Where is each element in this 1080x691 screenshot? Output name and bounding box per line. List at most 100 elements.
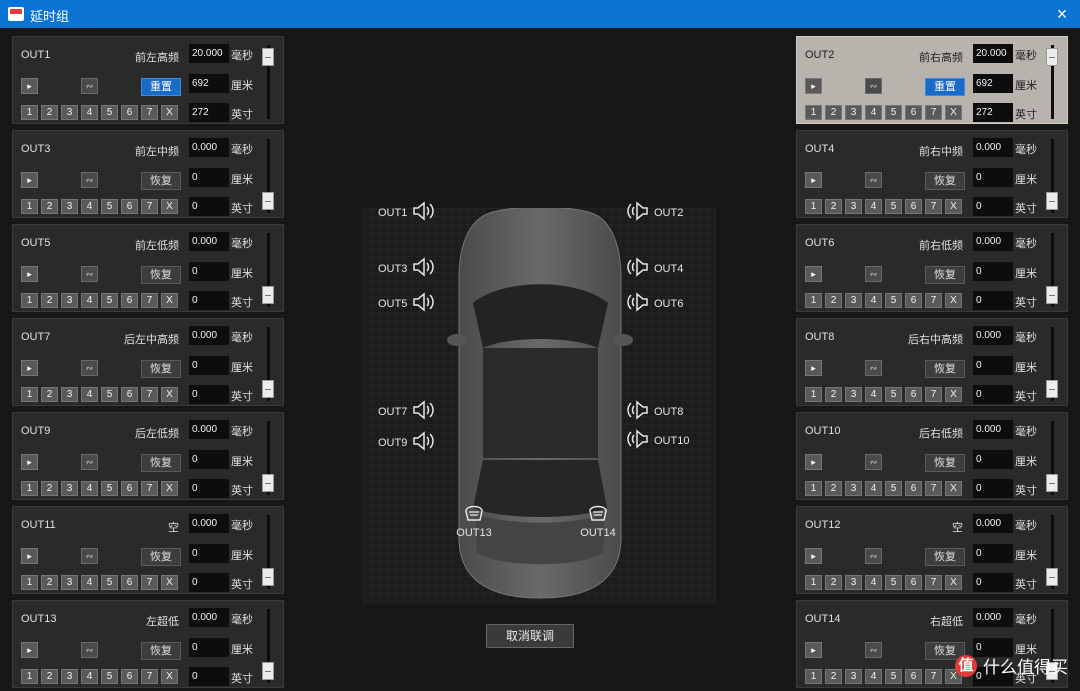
- delay-ms-input[interactable]: [189, 138, 229, 157]
- link-button-6[interactable]: 6: [905, 575, 922, 590]
- delay-slider-thumb[interactable]: [262, 568, 274, 587]
- restore-button[interactable]: 恢复: [925, 360, 965, 378]
- link-button-7[interactable]: 7: [925, 387, 942, 402]
- speaker-icon[interactable]: ▸: [805, 454, 822, 470]
- delay-slider-thumb[interactable]: [262, 474, 274, 493]
- delay-cm-input[interactable]: [189, 450, 229, 469]
- link-button-x[interactable]: X: [161, 575, 178, 590]
- restore-button[interactable]: 恢复: [141, 642, 181, 660]
- link-button-3[interactable]: 3: [845, 293, 862, 308]
- link-button-3[interactable]: 3: [61, 199, 78, 214]
- speaker-icon[interactable]: ▸: [21, 454, 38, 470]
- speaker-icon[interactable]: ▸: [21, 78, 38, 94]
- delay-slider-thumb[interactable]: [1046, 47, 1058, 66]
- link-button-6[interactable]: 6: [905, 669, 922, 684]
- delay-cm-input[interactable]: [189, 262, 229, 281]
- car-speaker-out4[interactable]: OUT4: [626, 256, 683, 281]
- restore-button[interactable]: 恢复: [141, 172, 181, 190]
- link-button-4[interactable]: 4: [81, 669, 98, 684]
- delay-cm-input[interactable]: [189, 638, 229, 657]
- link-button-6[interactable]: 6: [121, 199, 138, 214]
- phase-icon[interactable]: ∾: [81, 360, 98, 376]
- speaker-icon[interactable]: ▸: [21, 548, 38, 564]
- link-button-1[interactable]: 1: [805, 293, 822, 308]
- link-button-6[interactable]: 6: [905, 293, 922, 308]
- speaker-icon[interactable]: ▸: [21, 266, 38, 282]
- link-button-2[interactable]: 2: [825, 575, 842, 590]
- link-button-x[interactable]: X: [161, 293, 178, 308]
- delay-ms-input[interactable]: [973, 326, 1013, 345]
- link-button-6[interactable]: 6: [121, 575, 138, 590]
- link-button-4[interactable]: 4: [81, 481, 98, 496]
- link-button-3[interactable]: 3: [845, 481, 862, 496]
- link-button-1[interactable]: 1: [21, 575, 38, 590]
- restore-button[interactable]: 恢复: [925, 548, 965, 566]
- link-button-5[interactable]: 5: [101, 669, 118, 684]
- speaker-icon[interactable]: ▸: [21, 172, 38, 188]
- delay-slider-thumb[interactable]: [1046, 192, 1058, 211]
- link-button-x[interactable]: X: [161, 669, 178, 684]
- link-button-5[interactable]: 5: [885, 481, 902, 496]
- link-button-4[interactable]: 4: [81, 293, 98, 308]
- delay-cm-input[interactable]: [189, 168, 229, 187]
- delay-ms-input[interactable]: [973, 514, 1013, 533]
- link-button-7[interactable]: 7: [925, 293, 942, 308]
- phase-icon[interactable]: ∾: [865, 548, 882, 564]
- delay-cm-input[interactable]: [973, 356, 1013, 375]
- phase-icon[interactable]: ∾: [865, 454, 882, 470]
- link-button-6[interactable]: 6: [121, 293, 138, 308]
- phase-icon[interactable]: ∾: [865, 360, 882, 376]
- speaker-icon[interactable]: ▸: [805, 266, 822, 282]
- delay-ms-input[interactable]: [973, 608, 1013, 627]
- link-button-7[interactable]: 7: [925, 669, 942, 684]
- link-button-6[interactable]: 6: [121, 387, 138, 402]
- link-button-5[interactable]: 5: [885, 199, 902, 214]
- speaker-icon[interactable]: ▸: [21, 642, 38, 658]
- link-button-1[interactable]: 1: [21, 387, 38, 402]
- link-button-2[interactable]: 2: [41, 387, 58, 402]
- restore-button[interactable]: 恢复: [141, 454, 181, 472]
- link-button-2[interactable]: 2: [41, 105, 58, 120]
- restore-button[interactable]: 恢复: [141, 266, 181, 284]
- link-button-6[interactable]: 6: [905, 105, 922, 120]
- delay-ms-input[interactable]: [189, 232, 229, 251]
- delay-ms-input[interactable]: [189, 326, 229, 345]
- delay-slider-thumb[interactable]: [262, 286, 274, 305]
- link-button-1[interactable]: 1: [805, 575, 822, 590]
- link-button-x[interactable]: X: [945, 387, 962, 402]
- delay-slider-thumb[interactable]: [262, 47, 274, 66]
- phase-icon[interactable]: ∾: [81, 642, 98, 658]
- link-button-7[interactable]: 7: [141, 293, 158, 308]
- delay-ms-input[interactable]: [189, 420, 229, 439]
- link-button-x[interactable]: X: [945, 575, 962, 590]
- link-button-1[interactable]: 1: [21, 105, 38, 120]
- delay-cm-input[interactable]: [973, 262, 1013, 281]
- link-button-6[interactable]: 6: [121, 669, 138, 684]
- delay-inch-input[interactable]: [189, 573, 229, 592]
- delay-inch-input[interactable]: [189, 479, 229, 498]
- phase-icon[interactable]: ∾: [81, 78, 98, 94]
- link-button-1[interactable]: 1: [805, 669, 822, 684]
- delay-inch-input[interactable]: [973, 479, 1013, 498]
- link-button-5[interactable]: 5: [885, 387, 902, 402]
- link-button-6[interactable]: 6: [905, 481, 922, 496]
- link-button-x[interactable]: X: [945, 481, 962, 496]
- restore-button[interactable]: 恢复: [925, 266, 965, 284]
- delay-ms-input[interactable]: [189, 608, 229, 627]
- phase-icon[interactable]: ∾: [81, 548, 98, 564]
- phase-icon[interactable]: ∾: [865, 172, 882, 188]
- link-button-1[interactable]: 1: [21, 199, 38, 214]
- link-button-7[interactable]: 7: [141, 669, 158, 684]
- link-button-5[interactable]: 5: [885, 575, 902, 590]
- delay-cm-input[interactable]: [973, 168, 1013, 187]
- link-button-5[interactable]: 5: [885, 105, 902, 120]
- delay-slider-thumb[interactable]: [262, 192, 274, 211]
- link-button-5[interactable]: 5: [101, 199, 118, 214]
- link-button-2[interactable]: 2: [825, 481, 842, 496]
- link-button-7[interactable]: 7: [141, 387, 158, 402]
- phase-icon[interactable]: ∾: [865, 266, 882, 282]
- delay-inch-input[interactable]: [189, 291, 229, 310]
- link-button-1[interactable]: 1: [21, 669, 38, 684]
- link-button-2[interactable]: 2: [41, 481, 58, 496]
- delay-inch-input[interactable]: [973, 573, 1013, 592]
